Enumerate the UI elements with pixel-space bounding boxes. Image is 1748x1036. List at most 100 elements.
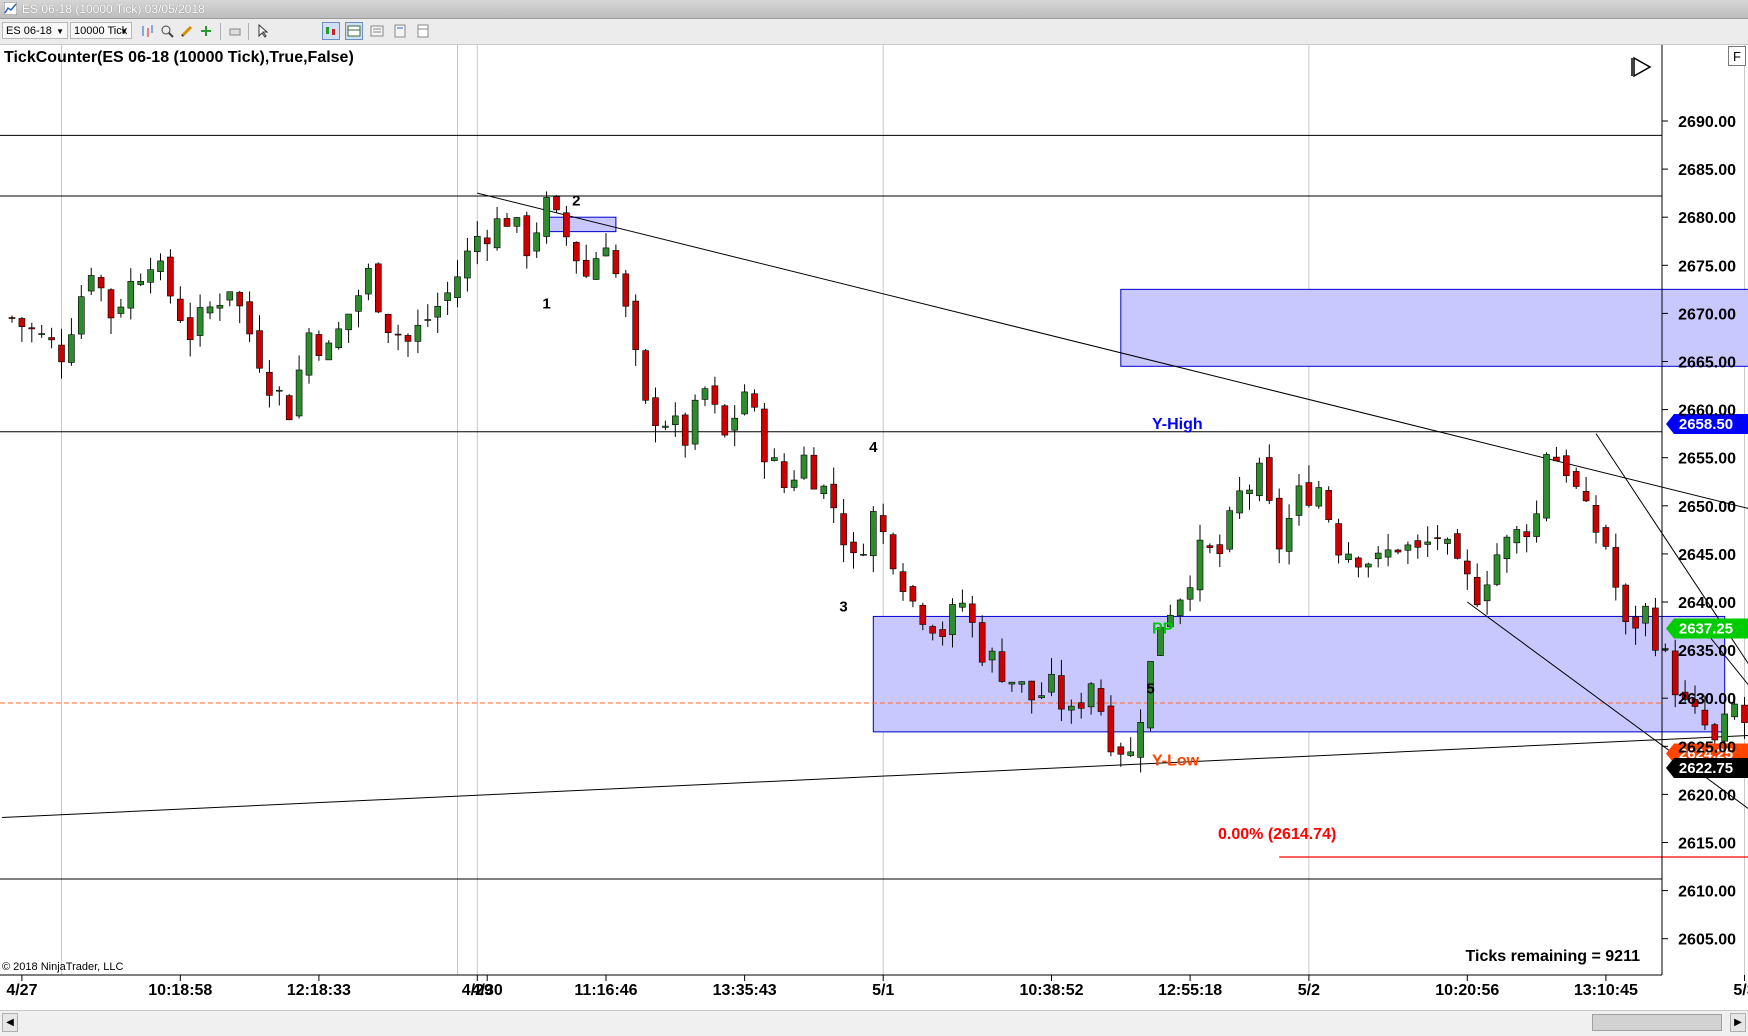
chevron-down-icon: ▼ (56, 27, 64, 36)
candle-body (107, 289, 115, 319)
candle-body (770, 457, 778, 461)
candle-body (167, 256, 174, 297)
supply-demand-zone (1120, 288, 1748, 367)
candle-body (563, 212, 570, 238)
chart-style-button[interactable] (322, 22, 340, 40)
y-axis-tick-label: 2685.00 (1678, 162, 1736, 179)
x-axis-tick-label: 5/2 (1298, 982, 1320, 999)
y-axis-tick-label: 2625.00 (1678, 739, 1736, 756)
layout-button[interactable] (414, 22, 432, 40)
candle-body (325, 342, 333, 361)
instrument-value: ES 06-18 (6, 25, 52, 37)
candle-body (38, 333, 46, 335)
candle-body (256, 330, 263, 369)
candle-body (1592, 505, 1600, 533)
horizontal-scrollbar[interactable]: ◀ ▶ (0, 1010, 1748, 1036)
candle-body (424, 319, 432, 321)
strategy-button[interactable] (391, 22, 409, 40)
candle-body (355, 295, 362, 312)
candle-body (622, 273, 630, 307)
f-button[interactable]: F (1728, 46, 1746, 66)
candle-body (612, 250, 620, 275)
candle-body (543, 197, 550, 237)
pivot-level-label: Y-Low (1152, 753, 1200, 770)
candle-body (899, 571, 907, 592)
candle-body (701, 388, 709, 400)
candle-body (295, 369, 303, 417)
candle-body (582, 259, 590, 277)
candle-body (1018, 681, 1026, 685)
candle-body (1602, 527, 1610, 547)
candle-body (1068, 705, 1075, 711)
magnifier-icon (161, 25, 174, 38)
period-selector[interactable]: 10000 Tick ▼ (70, 22, 132, 39)
candle-body (177, 298, 184, 321)
candle-body (652, 397, 659, 426)
wave-count-label: 3 (839, 599, 847, 616)
candle-body (1246, 489, 1253, 495)
candle-body (236, 292, 243, 307)
candle-body (1434, 537, 1441, 539)
candle-body (1216, 544, 1224, 555)
candle-body (691, 399, 699, 445)
properties-button[interactable] (368, 22, 386, 40)
scrollbar-thumb[interactable] (1592, 1014, 1722, 1031)
candle-body (1275, 497, 1283, 550)
candle-body (147, 269, 154, 283)
candle-body (1384, 549, 1392, 558)
candle-body (850, 541, 857, 554)
candle-body (602, 247, 610, 257)
zoom-button[interactable] (158, 22, 176, 40)
candle-body (671, 415, 679, 426)
candle-body (1464, 560, 1471, 575)
candle-body (444, 292, 451, 301)
x-axis-tick-label: 13:35:43 (713, 982, 777, 999)
candle-body (1473, 576, 1481, 606)
candle-body (414, 324, 422, 342)
candle-body (1335, 523, 1342, 556)
price-chart[interactable]: 12345Y-High 2658.50PP 2637.25Y-Low 2624.252… (0, 45, 1748, 1035)
candle-body (87, 275, 95, 292)
drawing-tools-button[interactable] (178, 22, 196, 40)
candle-body (731, 417, 739, 431)
candle-body (285, 395, 293, 421)
eraser-button[interactable] (226, 22, 244, 40)
toggle-bars-button[interactable] (138, 22, 156, 40)
candle-body (1365, 563, 1372, 568)
cursor-button[interactable] (254, 22, 272, 40)
candle-body (1196, 539, 1204, 591)
candle-body (365, 267, 372, 295)
right-margin-icon (1631, 56, 1652, 78)
candle-body (1721, 713, 1728, 742)
candle-body (1285, 518, 1293, 552)
candle-body (1087, 683, 1095, 708)
strategy-icon (394, 24, 406, 38)
candle-body (1186, 587, 1194, 600)
candle-body (1058, 675, 1065, 710)
copyright-label: © 2018 NinjaTrader, LLC (2, 961, 124, 973)
chart-toolbar: ES 06-18 ▼ 10000 Tick ▼ (0, 19, 1748, 45)
wave-count-label: 1 (542, 296, 550, 313)
x-axis-tick-label: 5/3 (1733, 982, 1748, 999)
candle-body (1642, 605, 1649, 624)
last-price-label: 2622.75 (1679, 760, 1733, 777)
candle-body (879, 515, 887, 533)
candle-body (1048, 673, 1055, 693)
candle-body (721, 405, 729, 436)
pivot-level-label: Y-High (1152, 416, 1203, 433)
candle-body (374, 263, 382, 313)
window-titlebar: ES 06-18 (10000 Tick) 03/05/2018 (0, 0, 1748, 19)
candle-body (1563, 455, 1570, 477)
instrument-selector[interactable]: ES 06-18 ▼ (2, 22, 68, 39)
candle-body (394, 333, 402, 336)
x-axis-tick-label: 12:55:18 (1158, 982, 1222, 999)
candle-body (226, 291, 234, 301)
data-box-button[interactable] (345, 22, 363, 40)
candle-body (1256, 462, 1263, 497)
add-button[interactable] (197, 22, 215, 40)
candle-body (58, 344, 65, 363)
candle-body (642, 350, 649, 401)
scroll-right-button[interactable]: ▶ (1730, 1013, 1746, 1032)
scroll-left-button[interactable]: ◀ (2, 1013, 18, 1032)
candle-body (1077, 702, 1085, 709)
